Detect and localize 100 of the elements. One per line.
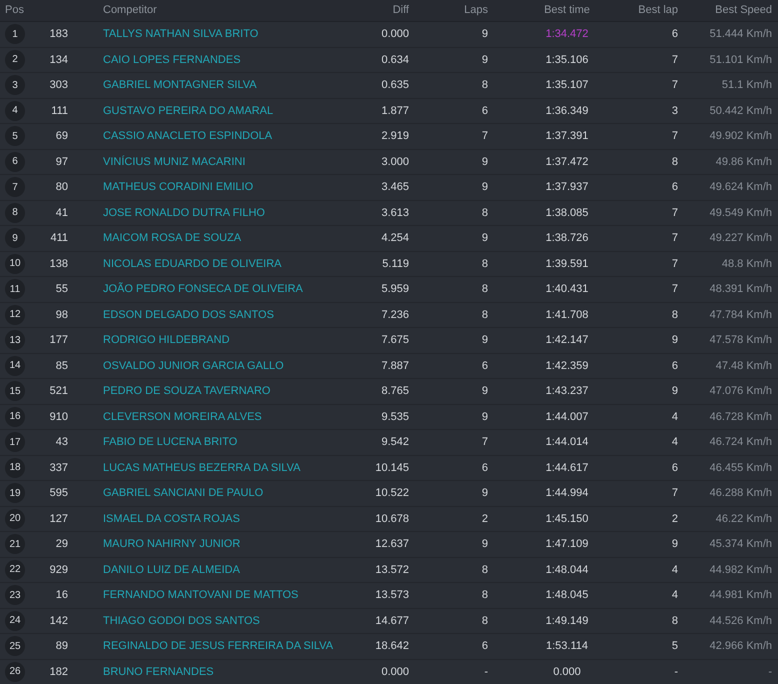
table-cell-text: 49.227 Km/h	[710, 231, 772, 246]
table-cell-text: 12.637	[375, 537, 409, 552]
table-cell-text: 7	[482, 129, 488, 144]
position-badge: 2	[5, 50, 25, 70]
table-cell-text: 6	[672, 180, 678, 195]
table-cell-text: 1:40.431	[544, 282, 588, 297]
competitor-link[interactable]: TALLYS NATHAN SILVA BRITO	[103, 26, 258, 42]
table-cell-text: 7.675	[381, 333, 409, 348]
table-cell-text: 1:36.349	[544, 104, 588, 118]
table-cell-text: 183	[50, 27, 68, 42]
table-cell-text: 6	[482, 104, 488, 118]
table-cell-text: 49.86 Km/h	[716, 154, 772, 170]
competitor-link[interactable]: CLEVERSON MOREIRA ALVES	[103, 408, 262, 425]
table-cell-text: 10.145	[375, 460, 409, 476]
table-cell-text: 46.22 Km/h	[716, 512, 772, 526]
competitor-link[interactable]: RODRIGO HILDEBRAND	[103, 332, 230, 348]
column-header: Best Speed	[715, 3, 772, 18]
position-badge: 16	[5, 406, 25, 427]
table-cell-text: 48.391 Km/h	[710, 282, 772, 297]
table-cell-text: 910	[50, 410, 68, 424]
table-cell-text: 2	[672, 512, 678, 526]
table-cell-text: 9	[672, 333, 678, 348]
table-cell-text: 0.000	[552, 664, 581, 680]
competitor-link[interactable]: PEDRO DE SOUZA TAVERNARO	[103, 383, 270, 400]
table-cell-text: 1:37.937	[544, 180, 588, 195]
table-cell-text: 51.101 Km/h	[710, 52, 772, 68]
table-cell-text: 595	[50, 486, 68, 501]
table-cell-text: 89	[56, 639, 68, 654]
table-cell-text: 55	[56, 282, 68, 297]
competitor-link[interactable]: BRUNO FERNANDES	[103, 664, 214, 680]
competitor-link[interactable]: DANILO LUIZ DE ALMEIDA	[103, 562, 240, 578]
table-cell-text: 46.724 Km/h	[710, 435, 772, 450]
table-cell-text: 4	[672, 410, 678, 424]
table-cell-text: 8	[672, 614, 678, 628]
competitor-link[interactable]: NICOLAS EDUARDO DE OLIVEIRA	[103, 256, 282, 272]
competitor-link[interactable]: FABIO DE LUCENA BRITO	[103, 434, 238, 450]
table-cell-text: 8	[482, 78, 488, 93]
table-cell-text: 6	[482, 460, 488, 476]
competitor-link[interactable]: JOSE RONALDO DUTRA FILHO	[103, 204, 265, 221]
table-cell-text: 5.119	[382, 256, 409, 272]
table-cell-text: 1:35.107	[544, 78, 588, 93]
table-cell-text: 3.465	[381, 180, 409, 195]
competitor-link[interactable]: CAIO LOPES FERNANDES	[103, 52, 241, 68]
competitor-link[interactable]: LUCAS MATHEUS BEZERRA DA SILVA	[103, 460, 300, 476]
table-cell-text: 134	[50, 52, 68, 68]
table-cell-text: 44.526 Km/h	[710, 614, 772, 628]
table-cell-text: 45.374 Km/h	[710, 537, 772, 552]
table-cell-text: 69	[56, 129, 68, 144]
competitor-link[interactable]: JOÃO PEDRO FONSECA DE OLIVEIRA	[103, 281, 303, 298]
table-cell-text: 9	[482, 333, 488, 348]
table-cell-text: 49.549 Km/h	[710, 206, 772, 220]
table-cell-text: 47.48 Km/h	[716, 358, 772, 374]
competitor-link[interactable]: CASSIO ANACLETO ESPINDOLA	[103, 128, 272, 144]
competitor-link[interactable]: MAICOM ROSA DE SOUZA	[103, 230, 242, 246]
competitor-link[interactable]: EDSON DELGADO DOS SANTOS	[103, 306, 274, 323]
table-cell-text: 1:47.109	[544, 537, 588, 552]
table-cell-text: 1:37.472	[544, 154, 588, 170]
position-badge: 14	[5, 356, 25, 376]
table-cell-text: 6	[672, 358, 678, 374]
table-cell-text: 13.572	[375, 562, 409, 578]
competitor-link[interactable]: MATHEUS CORADINI EMILIO	[103, 179, 254, 196]
table-cell-text: 6	[672, 27, 678, 42]
table-cell-text: -	[484, 664, 488, 680]
table-cell-text: 0.634	[381, 52, 409, 68]
competitor-link[interactable]: ISMAEL DA COSTA ROJAS	[103, 510, 240, 527]
table-cell-text: 7.236	[381, 308, 409, 322]
position-badge: 21	[5, 534, 25, 554]
table-cell-text: 177	[50, 333, 68, 348]
table-cell-text: 1:53.114	[544, 639, 588, 654]
position-badge: 23	[5, 585, 25, 606]
competitor-link[interactable]: MAURO NAHIRNY JUNIOR	[103, 536, 240, 552]
position-badge: 18	[5, 458, 25, 478]
position-badge: 13	[5, 330, 25, 350]
table-cell-text: 8	[482, 256, 488, 272]
table-cell-text: 0.000	[381, 664, 409, 680]
table-cell-text: 9	[482, 231, 488, 246]
table-cell-text: 7	[482, 435, 488, 450]
competitor-link[interactable]: THIAGO GODOI DOS SANTOS	[103, 612, 260, 629]
table-cell-text: 8	[482, 614, 488, 628]
table-cell-text: 1:45.150	[544, 512, 588, 526]
table-cell-text: -	[674, 664, 678, 680]
table-cell-text: 1:49.149	[544, 614, 588, 628]
competitor-link[interactable]: GUSTAVO PEREIRA DO AMARAL	[103, 102, 274, 119]
table-cell-text: 9.535	[381, 410, 409, 424]
table-cell-text: 7.887	[381, 358, 409, 374]
position-badge: 24	[5, 610, 25, 631]
table-cell-text: 7	[672, 486, 678, 501]
competitor-link[interactable]: GABRIEL MONTAGNER SILVA	[103, 77, 257, 94]
table-cell-text: 9	[482, 384, 488, 399]
competitor-link[interactable]: FERNANDO MANTOVANI DE MATTOS	[103, 587, 298, 604]
table-cell-text: 9	[482, 486, 488, 501]
competitor-link[interactable]: GABRIEL SANCIANI DE PAULO	[103, 485, 264, 502]
table-cell-text: 111	[51, 104, 68, 118]
competitor-link[interactable]: OSVALDO JUNIOR GARCIA GALLO	[103, 358, 284, 374]
position-badge: 5	[5, 126, 25, 146]
table-cell-text: 8	[482, 282, 488, 297]
table-cell-text: 3.613	[381, 206, 409, 220]
competitor-link[interactable]: VINÍCIUS MUNIZ MACARINI	[103, 154, 246, 170]
competitor-link[interactable]: REGINALDO DE JESUS FERREIRA DA SILVA	[103, 638, 334, 654]
position-badge: 20	[5, 508, 25, 529]
